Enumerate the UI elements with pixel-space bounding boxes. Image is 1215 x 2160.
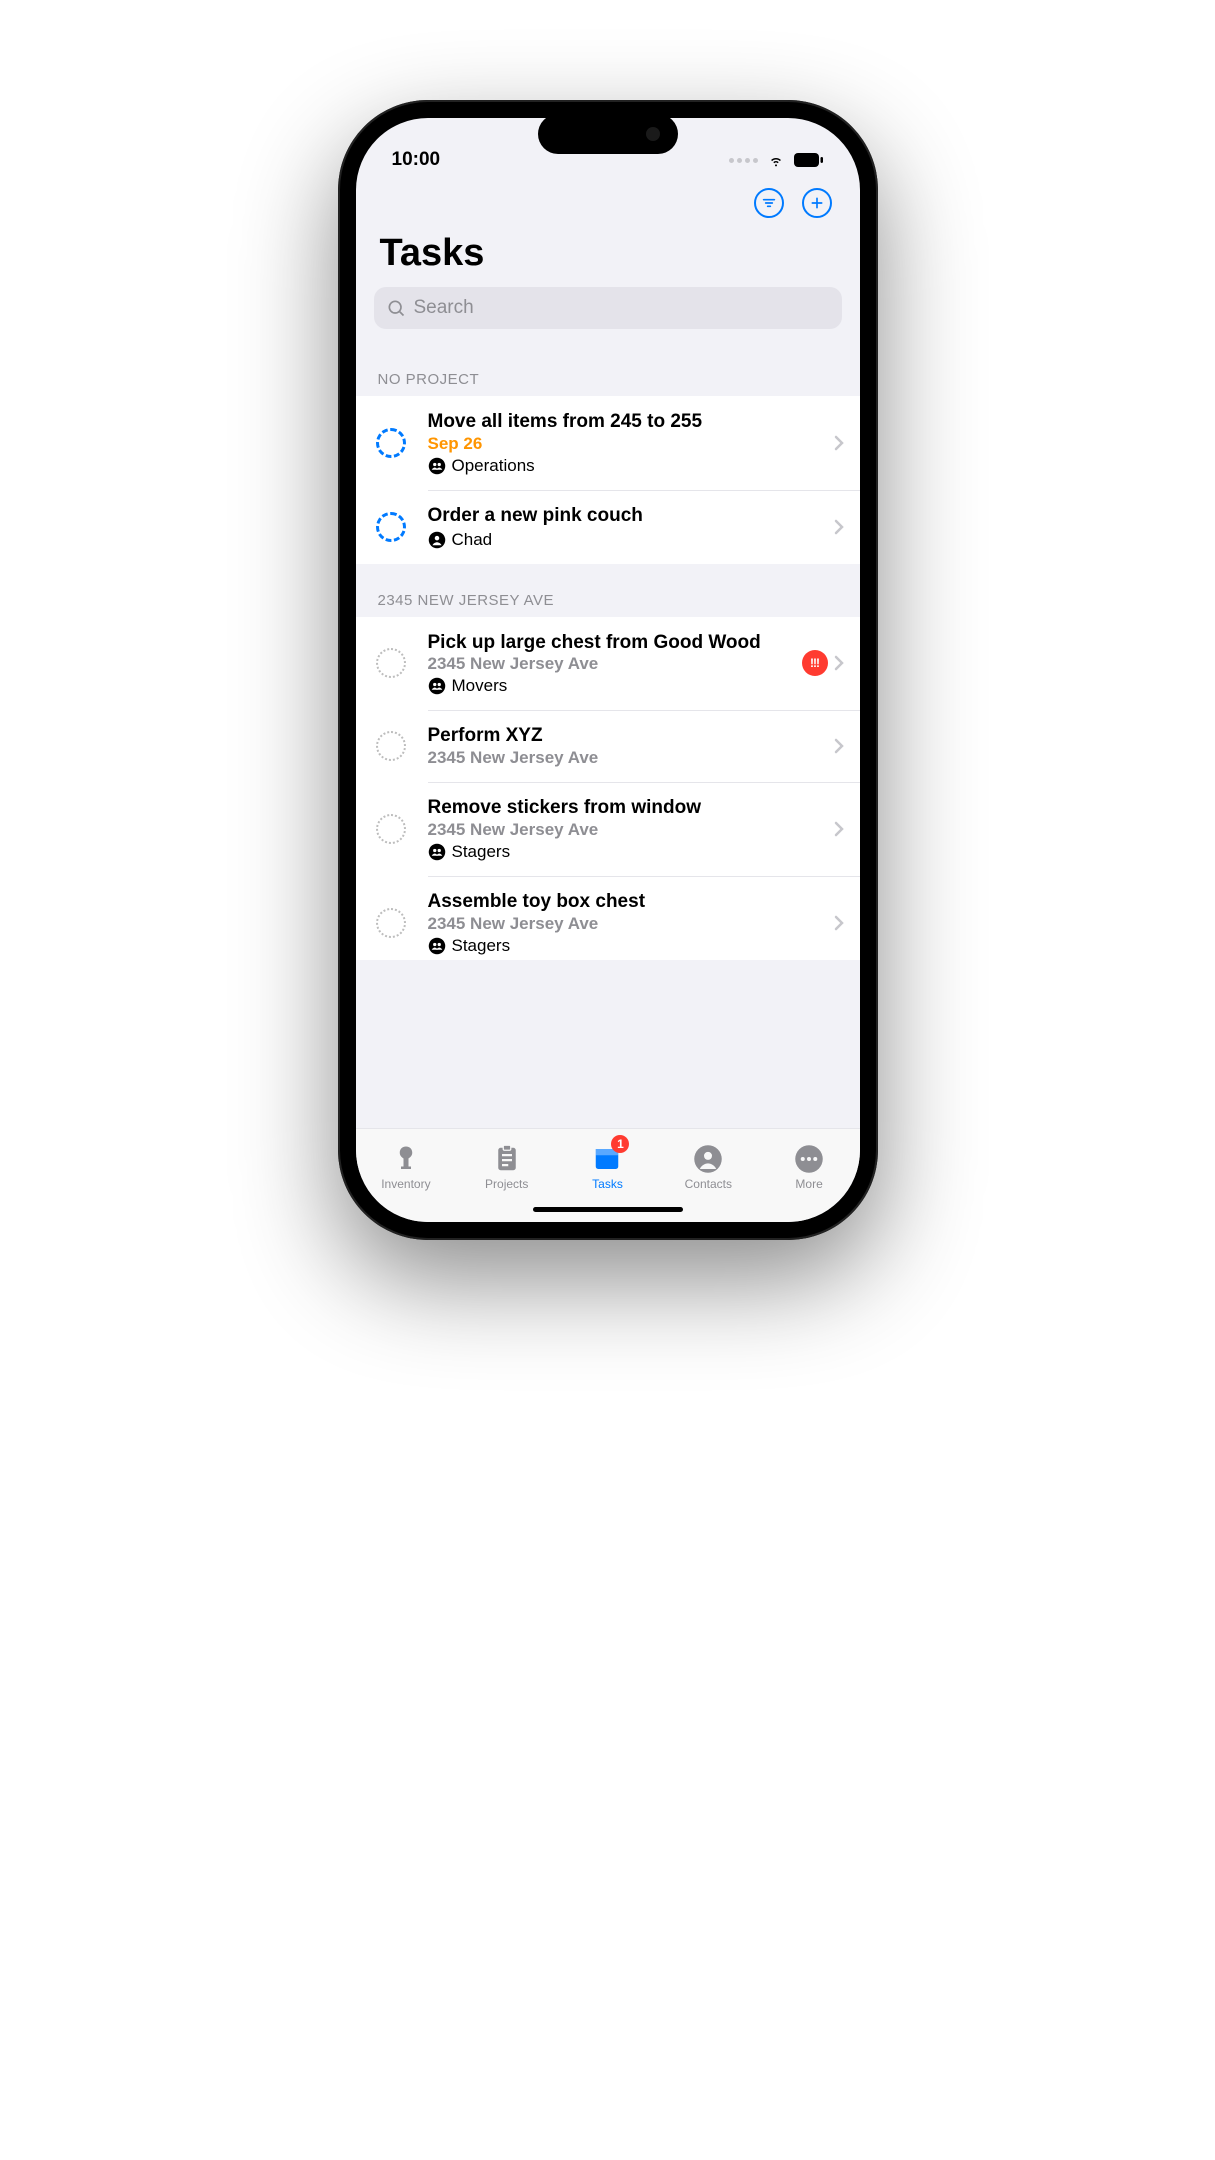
home-indicator[interactable] bbox=[533, 1207, 683, 1212]
tab-label: Tasks bbox=[592, 1177, 623, 1191]
page-title: Tasks bbox=[356, 218, 860, 283]
group-icon bbox=[428, 457, 446, 475]
task-title: Perform XYZ bbox=[428, 724, 828, 748]
person-circle-icon bbox=[693, 1144, 723, 1174]
tab-badge: 1 bbox=[611, 1135, 629, 1153]
task-checkbox[interactable] bbox=[376, 512, 406, 542]
task-checkbox[interactable] bbox=[376, 648, 406, 678]
lamp-icon bbox=[391, 1144, 421, 1174]
task-row-main: Assemble toy box chest 2345 New Jersey A… bbox=[428, 890, 828, 956]
task-row[interactable]: Perform XYZ 2345 New Jersey Ave bbox=[356, 710, 860, 782]
tab-projects[interactable]: Projects bbox=[456, 1129, 557, 1206]
task-row-main: Remove stickers from window 2345 New Jer… bbox=[428, 796, 828, 862]
nav-actions bbox=[356, 182, 860, 218]
search-icon bbox=[386, 298, 406, 318]
task-tag-label: Operations bbox=[452, 456, 535, 476]
chevron-right-icon bbox=[834, 821, 844, 837]
task-checkbox[interactable] bbox=[376, 731, 406, 761]
ellipsis-icon bbox=[794, 1144, 824, 1174]
task-list-content[interactable]: NO PROJECT Move all items from 245 to 25… bbox=[356, 343, 860, 1128]
status-bar-time: 10:00 bbox=[392, 149, 441, 171]
task-tag: Chad bbox=[428, 530, 828, 550]
task-row[interactable]: Pick up large chest from Good Wood 2345 … bbox=[356, 617, 860, 711]
task-row[interactable]: Move all items from 245 to 255 Sep 26 Op… bbox=[356, 396, 860, 490]
cellular-dots-icon bbox=[729, 158, 758, 163]
group-icon bbox=[428, 677, 446, 695]
search-placeholder: Search bbox=[414, 297, 474, 319]
phone-frame: 10:00 Tasks Search NO PROJEC bbox=[338, 100, 878, 1240]
task-row-main: Perform XYZ 2345 New Jersey Ave bbox=[428, 724, 828, 768]
task-title: Assemble toy box chest bbox=[428, 890, 828, 914]
task-date: Sep 26 bbox=[428, 434, 828, 454]
task-row-main: Order a new pink couch Chad bbox=[428, 504, 828, 550]
section-header-nj-ave: 2345 NEW JERSEY AVE bbox=[356, 564, 860, 617]
task-checkbox[interactable] bbox=[376, 428, 406, 458]
task-row-main: Pick up large chest from Good Wood 2345 … bbox=[428, 631, 796, 697]
tab-more[interactable]: More bbox=[759, 1129, 860, 1206]
task-tag: Movers bbox=[428, 676, 796, 696]
task-tag-label: Stagers bbox=[452, 842, 511, 862]
dynamic-island bbox=[538, 114, 678, 154]
task-title: Move all items from 245 to 255 bbox=[428, 410, 828, 434]
tab-label: Projects bbox=[485, 1177, 528, 1191]
task-checkbox[interactable] bbox=[376, 814, 406, 844]
tab-inventory[interactable]: Inventory bbox=[356, 1129, 457, 1206]
group-icon bbox=[428, 843, 446, 861]
list-no-project: Move all items from 245 to 255 Sep 26 Op… bbox=[356, 396, 860, 564]
task-tag: Stagers bbox=[428, 936, 828, 956]
add-button[interactable] bbox=[802, 188, 832, 218]
chevron-right-icon bbox=[834, 738, 844, 754]
tab-label: Contacts bbox=[685, 1177, 732, 1191]
chevron-right-icon bbox=[834, 435, 844, 451]
tab-tasks[interactable]: 1 Tasks bbox=[557, 1129, 658, 1206]
filter-button[interactable] bbox=[754, 188, 784, 218]
tab-label: More bbox=[795, 1177, 822, 1191]
status-bar-right bbox=[729, 152, 824, 168]
task-row[interactable]: Remove stickers from window 2345 New Jer… bbox=[356, 782, 860, 876]
battery-icon bbox=[794, 153, 824, 167]
task-title: Order a new pink couch bbox=[428, 504, 828, 528]
task-checkbox[interactable] bbox=[376, 908, 406, 938]
wifi-icon bbox=[766, 152, 786, 168]
task-title: Pick up large chest from Good Wood bbox=[428, 631, 796, 655]
task-tag-label: Movers bbox=[452, 676, 508, 696]
task-tag: Stagers bbox=[428, 842, 828, 862]
task-row-main: Move all items from 245 to 255 Sep 26 Op… bbox=[428, 410, 828, 476]
list-nj-ave: Pick up large chest from Good Wood 2345 … bbox=[356, 617, 860, 960]
tab-label: Inventory bbox=[381, 1177, 430, 1191]
task-tag-label: Chad bbox=[452, 530, 493, 550]
priority-badge: !!! bbox=[802, 650, 828, 676]
tab-contacts[interactable]: Contacts bbox=[658, 1129, 759, 1206]
task-tag-label: Stagers bbox=[452, 936, 511, 956]
person-icon bbox=[428, 531, 446, 549]
chevron-right-icon bbox=[834, 655, 844, 671]
screen: 10:00 Tasks Search NO PROJEC bbox=[356, 118, 860, 1222]
search-input[interactable]: Search bbox=[374, 287, 842, 329]
chevron-right-icon bbox=[834, 519, 844, 535]
plus-icon bbox=[809, 195, 825, 211]
clipboard-icon bbox=[492, 1144, 522, 1174]
task-row[interactable]: Assemble toy box chest 2345 New Jersey A… bbox=[356, 876, 860, 960]
task-subtitle: 2345 New Jersey Ave bbox=[428, 654, 796, 674]
task-subtitle: 2345 New Jersey Ave bbox=[428, 820, 828, 840]
task-subtitle: 2345 New Jersey Ave bbox=[428, 914, 828, 934]
task-subtitle: 2345 New Jersey Ave bbox=[428, 748, 828, 768]
task-title: Remove stickers from window bbox=[428, 796, 828, 820]
chevron-right-icon bbox=[834, 915, 844, 931]
section-header-no-project: NO PROJECT bbox=[356, 343, 860, 396]
filter-icon bbox=[761, 195, 777, 211]
task-row[interactable]: Order a new pink couch Chad bbox=[356, 490, 860, 564]
group-icon bbox=[428, 937, 446, 955]
task-tag: Operations bbox=[428, 456, 828, 476]
